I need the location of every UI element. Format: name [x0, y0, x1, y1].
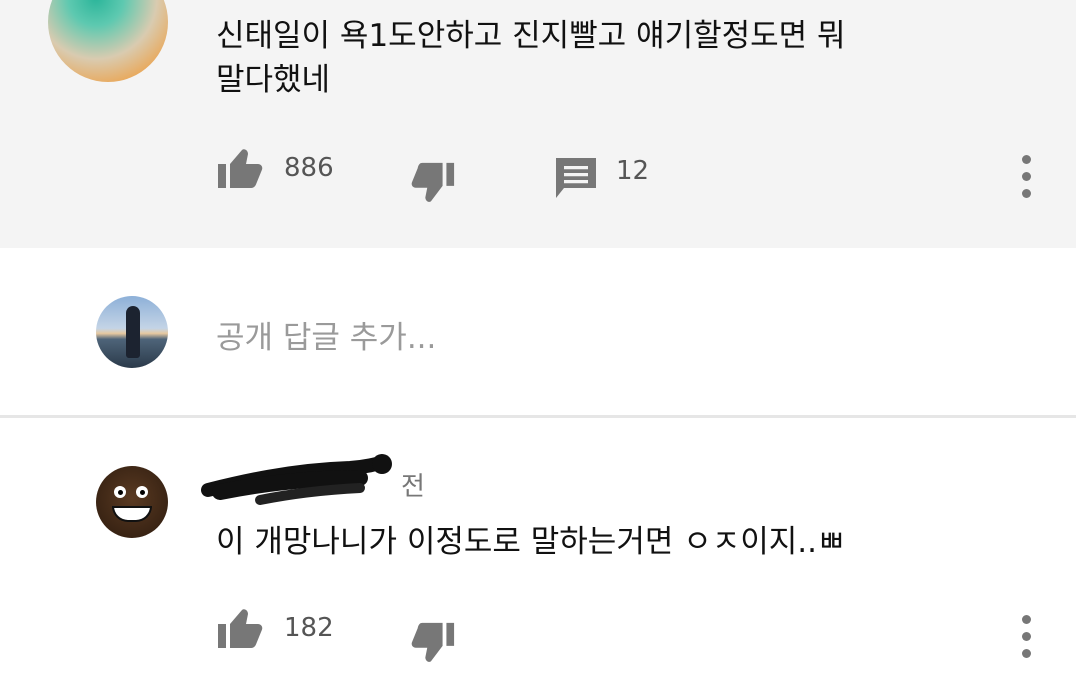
like-count: 182 [284, 613, 334, 643]
comment-text: 신태일이 욕1도안하고 진지빨고 얘기할정도면 뭐 말다했네 [216, 14, 956, 102]
top-comment-card: 신태일이 욕1도안하고 진지빨고 얘기할정도면 뭐 말다했네 886 12 [0, 0, 1076, 248]
reply-button[interactable]: 12 [554, 156, 649, 200]
thumbs-down-icon [410, 618, 456, 666]
like-button[interactable]: 886 [216, 146, 334, 190]
thumbs-down-icon [410, 158, 456, 206]
comment-text-line: 말다했네 [216, 62, 331, 98]
more-options-icon[interactable] [1016, 615, 1036, 661]
more-options-icon[interactable] [1016, 155, 1036, 201]
dislike-button[interactable] [410, 618, 456, 666]
thumbs-up-icon [216, 146, 264, 190]
my-avatar [96, 296, 168, 368]
reply-text: 이 개망나니가 이정도로 말하는거면 ㅇㅈ이지..ㅃ [216, 524, 846, 560]
divider [0, 415, 1076, 418]
dislike-button[interactable] [410, 158, 456, 206]
like-button[interactable]: 182 [216, 606, 334, 650]
comment-text-line: 신태일이 욕1도안하고 진지빨고 얘기할정도면 뭐 [216, 18, 846, 54]
thumbs-up-icon [216, 606, 264, 650]
comment-icon [554, 156, 598, 200]
reply-time: 전 [401, 472, 425, 502]
reply-input[interactable]: 공개 답글 추가... [216, 312, 436, 357]
like-count: 886 [284, 153, 334, 183]
redaction-scribble [201, 454, 392, 505]
reply-count: 12 [616, 156, 650, 186]
replier-avatar[interactable] [96, 466, 168, 538]
commenter-avatar[interactable] [48, 0, 168, 82]
